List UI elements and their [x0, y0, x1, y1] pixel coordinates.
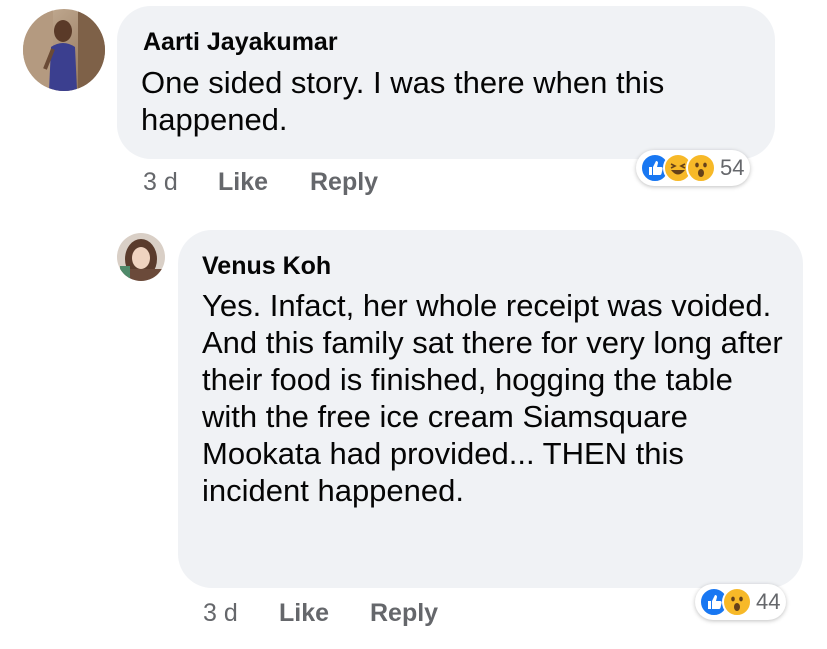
reply-button[interactable]: Reply: [370, 599, 438, 628]
avatar-photo-icon: [23, 9, 105, 91]
timestamp[interactable]: 3 d: [143, 168, 178, 197]
reply-button[interactable]: Reply: [310, 168, 378, 197]
reaction-summary[interactable]: 44: [695, 584, 787, 620]
reaction-count: 54: [720, 155, 745, 180]
avatar[interactable]: [23, 9, 105, 91]
avatar[interactable]: [117, 233, 165, 281]
comment-text: Yes. Infact, her whole receipt was voide…: [202, 288, 783, 508]
reaction-summary[interactable]: 54: [636, 150, 751, 186]
reaction-count: 44: [756, 589, 781, 614]
wow-icon: [722, 587, 752, 617]
wow-icon: [686, 153, 716, 183]
timestamp[interactable]: 3 d: [203, 599, 238, 628]
like-button[interactable]: Like: [218, 168, 268, 197]
avatar-photo-icon: [117, 233, 165, 281]
author-name[interactable]: Aarti Jayakumar: [143, 28, 338, 57]
comment-text: One sided story. I was there when this h…: [141, 65, 665, 137]
author-name[interactable]: Venus Koh: [202, 252, 331, 281]
like-button[interactable]: Like: [279, 599, 329, 628]
